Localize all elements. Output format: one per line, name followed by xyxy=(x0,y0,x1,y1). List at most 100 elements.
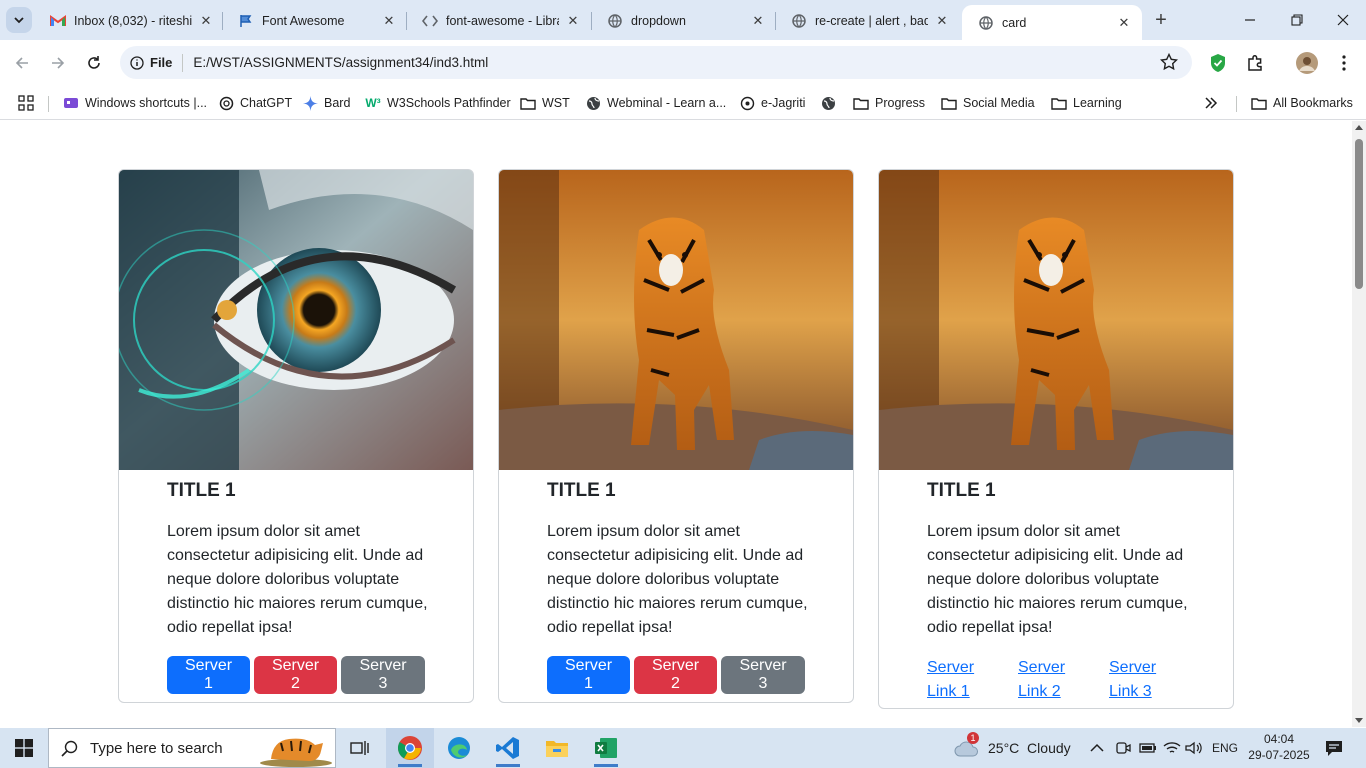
bookmark-label: Learning xyxy=(1073,96,1122,110)
bookmark-wst[interactable]: WST xyxy=(520,92,570,114)
language-indicator[interactable]: ENG xyxy=(1212,728,1238,768)
server-3-button[interactable]: Server 3 xyxy=(341,656,425,694)
more-bookmarks-button[interactable] xyxy=(1204,92,1218,114)
card-body: TITLE 1 Lorem ipsum dolor sit amet conse… xyxy=(499,470,853,702)
network-button[interactable] xyxy=(1163,728,1181,768)
minimize-button[interactable] xyxy=(1238,8,1262,32)
restore-button[interactable] xyxy=(1285,8,1309,32)
link-text: Link 2 xyxy=(1018,683,1061,700)
tab-re-create[interactable]: re-create | alert , bad ✕ xyxy=(775,6,960,36)
close-icon[interactable]: ✕ xyxy=(565,13,581,29)
folder-icon xyxy=(853,95,869,111)
folder-icon xyxy=(1251,95,1267,111)
card-text: Lorem ipsum dolor sit amet consectetur a… xyxy=(927,523,1188,636)
tab-font-awesome-library[interactable]: font-awesome - Libra ✕ xyxy=(406,6,591,36)
server-link-2[interactable]: Server Link 2 xyxy=(1018,656,1109,708)
reload-button[interactable] xyxy=(82,51,106,75)
show-hidden-icons-button[interactable] xyxy=(1090,728,1104,768)
close-window-button[interactable] xyxy=(1331,8,1355,32)
link-text: Link 1 xyxy=(927,683,970,700)
bookmark-globe[interactable] xyxy=(820,92,842,114)
puzzle-icon xyxy=(1248,54,1262,71)
close-icon[interactable]: ✕ xyxy=(750,13,766,29)
bookmark-progress[interactable]: Progress xyxy=(853,92,925,114)
bookmark-webminal[interactable]: Webminal - Learn a... xyxy=(585,92,726,114)
server-link-3[interactable]: Server Link 3 xyxy=(1109,656,1200,708)
double-chevron-right-icon xyxy=(1205,97,1218,109)
tab-font-awesome[interactable]: Font Awesome ✕ xyxy=(222,6,407,36)
tab-gmail[interactable]: Inbox (8,032) - riteshi ✕ xyxy=(34,6,224,36)
taskbar-file-explorer[interactable] xyxy=(533,728,581,768)
notifications-button[interactable] xyxy=(1324,728,1344,768)
page-viewport: TITLE 1 Lorem ipsum dolor sit amet conse… xyxy=(0,121,1352,727)
bookmark-label: ChatGPT xyxy=(240,96,293,110)
taskbar-chrome[interactable] xyxy=(386,728,434,768)
server-link-1[interactable]: Server Link 1 xyxy=(927,656,1018,708)
card-title: TITLE 1 xyxy=(547,480,616,501)
bookmark-windows-shortcuts[interactable]: Windows shortcuts |... xyxy=(63,92,207,114)
close-icon[interactable]: ✕ xyxy=(934,13,950,29)
all-bookmarks-button[interactable]: All Bookmarks xyxy=(1251,92,1353,114)
gmail-icon xyxy=(50,13,66,29)
clock[interactable]: 04:04 29-07-2025 xyxy=(1244,731,1314,763)
volume-button[interactable] xyxy=(1185,728,1203,768)
windows-logo-icon xyxy=(15,739,33,757)
weather-badge: 1 xyxy=(967,732,979,744)
taskbar-edge[interactable] xyxy=(435,728,483,768)
minimize-icon xyxy=(1245,19,1255,21)
taskbar-search[interactable]: Type here to search xyxy=(48,728,336,768)
close-icon[interactable]: ✕ xyxy=(381,13,397,29)
all-bookmarks-label: All Bookmarks xyxy=(1273,96,1353,110)
profile-avatar[interactable] xyxy=(1295,51,1319,75)
bookmark-bard[interactable]: Bard xyxy=(302,92,350,114)
bookmark-w3schools[interactable]: W³ W3Schools Pathfinder xyxy=(365,92,510,114)
task-view-button[interactable] xyxy=(336,728,384,768)
bookmark-chatgpt[interactable]: ChatGPT xyxy=(218,92,292,114)
shield-extension-button[interactable] xyxy=(1206,51,1230,75)
address-bar[interactable]: File E:/WST/ASSIGNMENTS/assignment34/ind… xyxy=(120,46,1192,79)
bookmark-star-icon[interactable] xyxy=(1159,52,1179,76)
shield-icon xyxy=(1211,54,1225,72)
server-1-button[interactable]: Server 1 xyxy=(547,656,630,694)
tab-search-button[interactable] xyxy=(6,7,32,33)
menu-button[interactable] xyxy=(1332,51,1356,75)
forward-button[interactable] xyxy=(46,51,70,75)
bookmark-learning[interactable]: Learning xyxy=(1051,92,1122,114)
search-placeholder: Type here to search xyxy=(90,739,223,757)
site-info-chip[interactable]: File xyxy=(130,55,172,70)
tab-card[interactable]: card ✕ xyxy=(962,5,1142,40)
globe-icon xyxy=(607,13,623,29)
scroll-thumb[interactable] xyxy=(1355,139,1363,289)
apps-button[interactable] xyxy=(18,92,34,114)
taskbar-vscode[interactable] xyxy=(484,728,532,768)
close-icon[interactable]: ✕ xyxy=(1116,15,1132,31)
close-icon[interactable]: ✕ xyxy=(198,13,214,29)
taskbar-excel[interactable] xyxy=(582,728,630,768)
back-button[interactable] xyxy=(10,51,34,75)
bookmark-social-media[interactable]: Social Media xyxy=(941,92,1035,114)
arrow-left-icon xyxy=(15,57,28,69)
reload-icon xyxy=(88,56,100,69)
url-text[interactable]: E:/WST/ASSIGNMENTS/assignment34/ind3.htm… xyxy=(193,55,488,70)
bookmark-e-jagriti[interactable]: e-Jagriti xyxy=(739,92,805,114)
server-2-button[interactable]: Server 2 xyxy=(254,656,337,694)
w3schools-icon: W³ xyxy=(365,96,381,110)
eye-closeup-photo xyxy=(119,170,473,470)
bookmarks-divider xyxy=(48,96,49,112)
tab-dropdown[interactable]: dropdown ✕ xyxy=(591,6,776,36)
weather-widget[interactable]: 1 25°C Cloudy xyxy=(954,728,1071,768)
scroll-down-arrow-icon[interactable] xyxy=(1355,718,1363,723)
new-tab-button[interactable]: + xyxy=(1150,9,1172,31)
scroll-up-arrow-icon[interactable] xyxy=(1355,125,1363,130)
server-3-button[interactable]: Server 3 xyxy=(721,656,805,694)
vertical-scrollbar[interactable] xyxy=(1352,121,1366,727)
server-2-button[interactable]: Server 2 xyxy=(634,656,717,694)
start-button[interactable] xyxy=(0,728,48,768)
tab-title: dropdown xyxy=(631,14,686,28)
extensions-button[interactable] xyxy=(1243,51,1267,75)
meet-now-button[interactable] xyxy=(1115,728,1131,768)
card-text: Lorem ipsum dolor sit amet consectetur a… xyxy=(167,523,428,636)
battery-button[interactable] xyxy=(1139,728,1157,768)
server-1-button[interactable]: Server 1 xyxy=(167,656,250,694)
seal-icon xyxy=(739,95,755,111)
